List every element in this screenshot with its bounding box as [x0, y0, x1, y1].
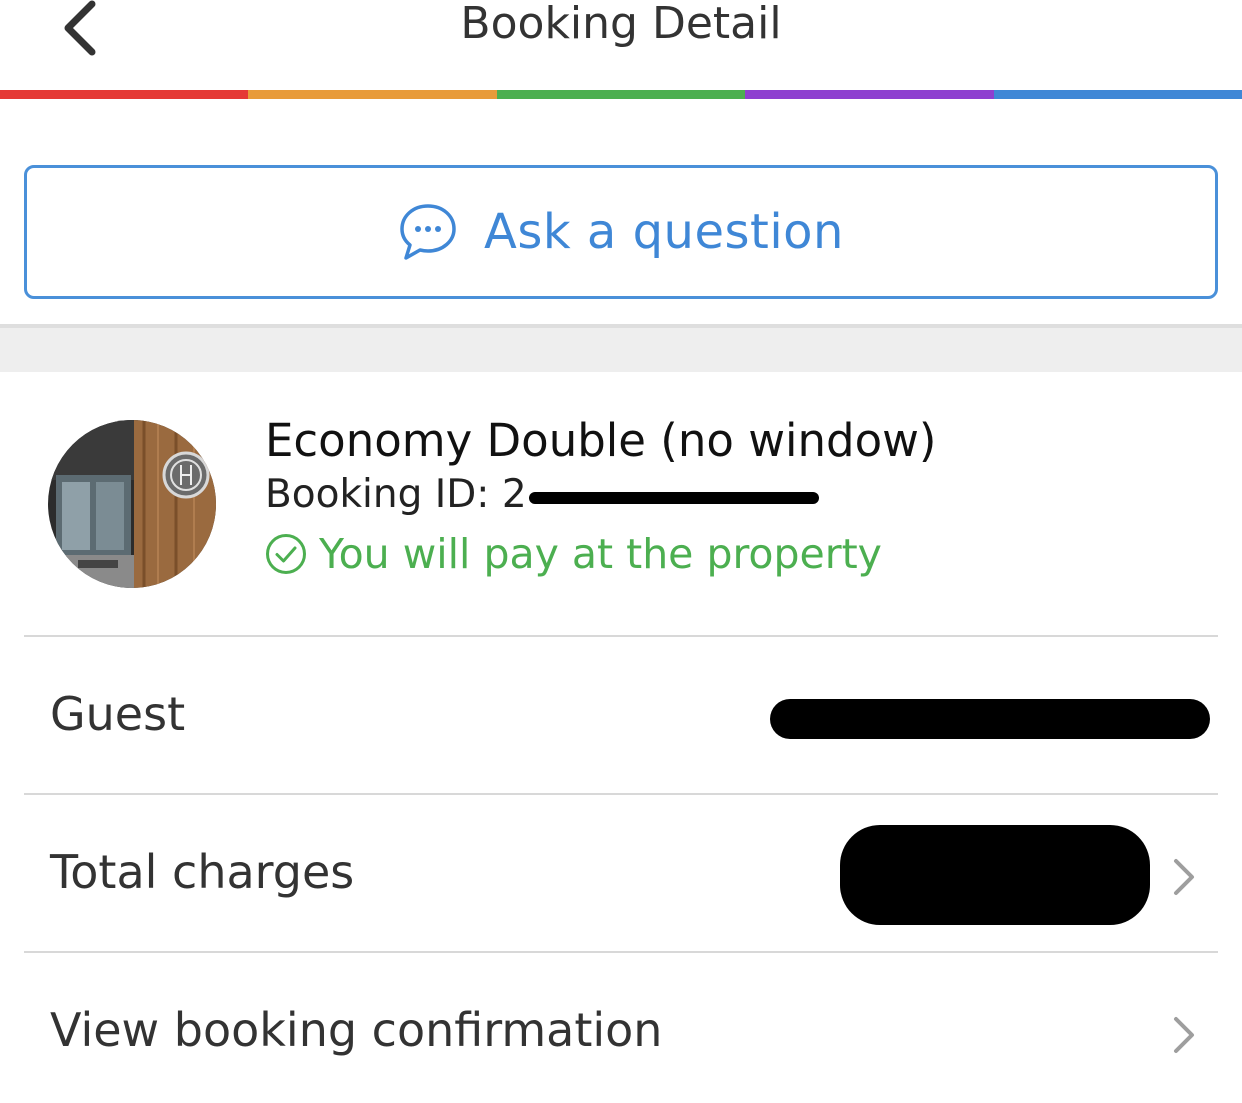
guest-label: Guest [50, 687, 186, 741]
rainbow-segment-orange [248, 90, 497, 99]
booking-id: Booking ID: 2 [265, 472, 819, 517]
view-booking-confirmation-row[interactable]: View booking confirmation [0, 953, 1242, 1103]
room-name: Economy Double (no window) [265, 414, 937, 467]
chevron-right-icon [1166, 1013, 1200, 1057]
view-booking-confirmation-label: View booking confirmation [50, 1003, 663, 1057]
chevron-right-icon [1166, 855, 1200, 899]
redaction-scribble [528, 491, 819, 504]
redaction-scribble [770, 699, 1210, 739]
page-title: Booking Detail [460, 0, 782, 49]
ask-question-label: Ask a question [484, 204, 844, 260]
rainbow-divider [0, 90, 1242, 99]
section-separator [0, 324, 1242, 372]
payment-status-text: You will pay at the property [319, 530, 882, 578]
payment-status: You will pay at the property [265, 530, 882, 578]
rainbow-segment-green [496, 90, 746, 99]
total-charges-label: Total charges [50, 845, 355, 899]
guest-row[interactable]: Guest [0, 637, 1242, 787]
hotel-photo [48, 420, 216, 588]
app-header: Booking Detail [0, 0, 1242, 90]
rainbow-segment-purple [745, 90, 994, 99]
check-circle-icon [265, 533, 307, 575]
booking-id-label: Booking ID: 2 [265, 472, 527, 517]
total-charges-row[interactable]: Total charges [0, 795, 1242, 945]
redaction-scribble [840, 825, 1150, 925]
rainbow-segment-red [0, 90, 249, 99]
chat-bubble-icon [398, 202, 458, 262]
rainbow-segment-blue [993, 90, 1242, 99]
ask-question-button[interactable]: Ask a question [24, 165, 1218, 299]
